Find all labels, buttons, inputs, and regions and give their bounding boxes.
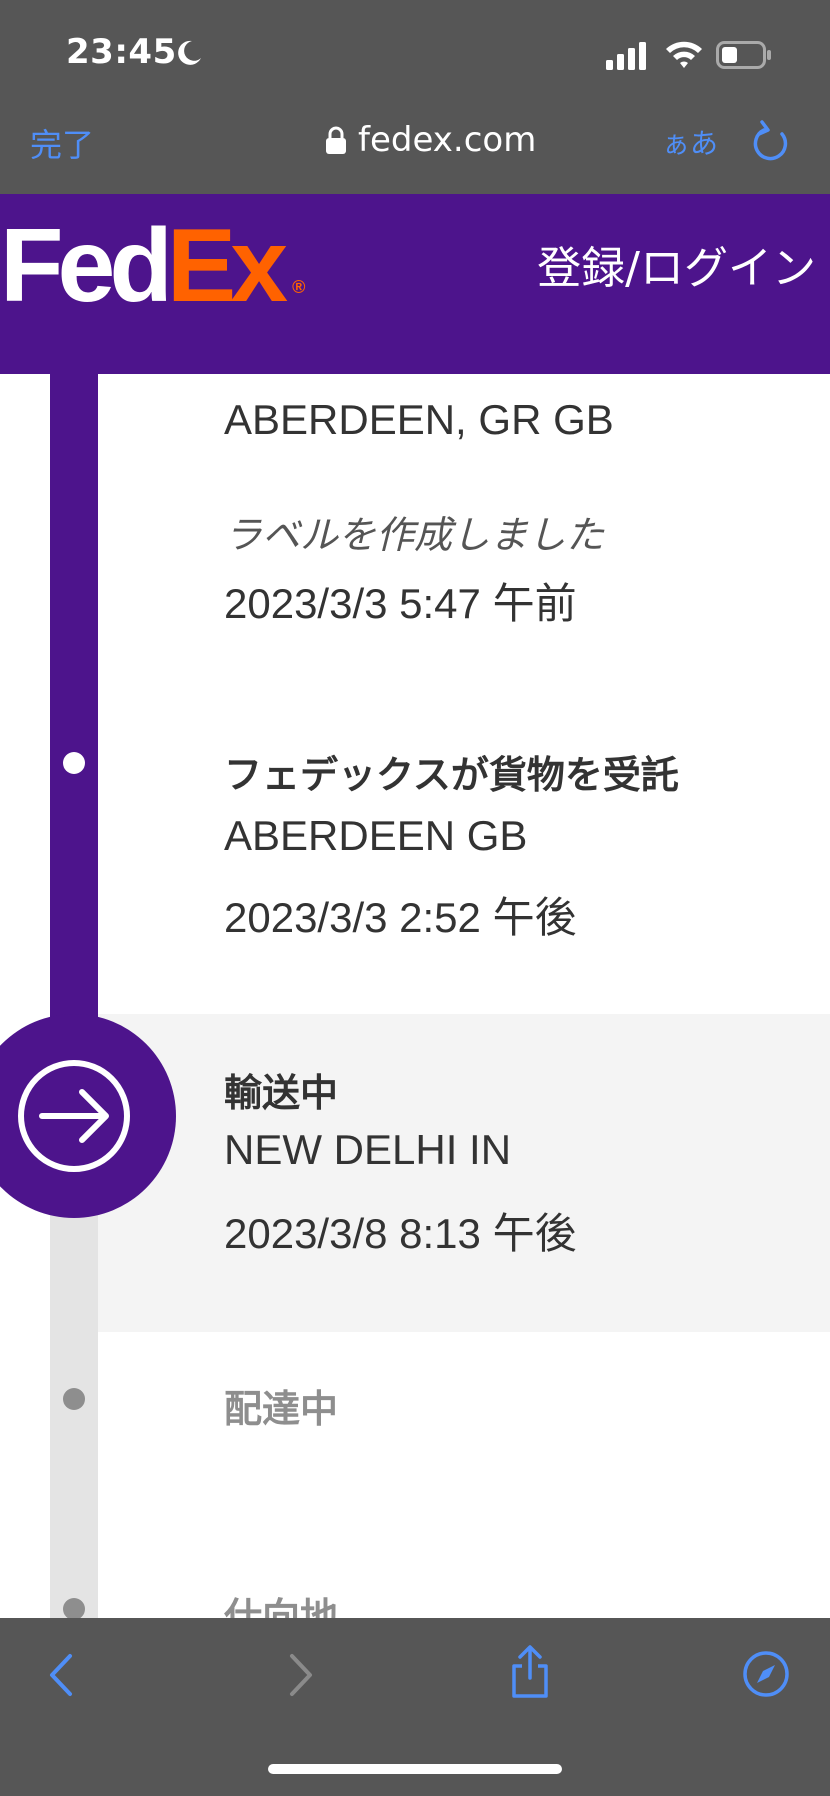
timeline-dot — [63, 752, 85, 774]
timeline-dot — [63, 1598, 85, 1618]
back-icon[interactable] — [46, 1652, 76, 1698]
event-status: 仕向地 — [224, 1595, 339, 1618]
wifi-icon — [666, 41, 702, 68]
done-button[interactable]: 完了 — [30, 120, 94, 166]
status-bar: 23:45 — [0, 0, 830, 100]
reload-icon[interactable] — [752, 120, 792, 164]
event-location: ABERDEEN, GR GB — [224, 396, 614, 443]
browser-toolbar — [0, 1618, 830, 1796]
event-location: ABERDEEN GB — [224, 812, 528, 859]
timeline-track-completed — [50, 374, 98, 1054]
event-datetime: 2023/3/3 5:47 午前 — [224, 580, 577, 627]
forward-icon[interactable] — [286, 1652, 316, 1698]
share-icon[interactable] — [508, 1644, 552, 1700]
event-datetime: 2023/3/3 2:52 午後 — [224, 894, 577, 941]
event-status: ラベルを作成しました — [224, 513, 605, 557]
tracking-timeline: ABERDEEN, GR GB ラベルを作成しました 2023/3/3 5:47… — [0, 374, 830, 1618]
status-time: 23:45 — [66, 32, 177, 72]
lock-icon — [326, 126, 346, 154]
url-field[interactable]: fedex.com — [326, 118, 536, 162]
fedex-logo[interactable]: FedEx ® — [0, 214, 305, 318]
event-status: 輸送中 — [224, 1071, 339, 1115]
moon-icon — [178, 40, 201, 65]
compass-icon[interactable] — [742, 1650, 790, 1698]
event-datetime: 2023/3/8 8:13 午後 — [224, 1210, 577, 1257]
event-status: 配達中 — [224, 1387, 339, 1431]
login-link[interactable]: 登録/ログイン — [537, 232, 816, 296]
arrow-right-icon — [18, 1060, 130, 1172]
site-header: FedEx ® 登録/ログイン — [0, 194, 830, 374]
text-size-button[interactable]: ぁあ — [662, 122, 718, 162]
signal-icon — [606, 42, 646, 70]
url-text: fedex.com — [358, 120, 537, 160]
event-status: フェデックスが貨物を受託 — [224, 753, 679, 797]
home-indicator[interactable] — [268, 1764, 562, 1774]
battery-icon — [716, 41, 771, 69]
browser-address-bar: 完了 fedex.com ぁあ — [0, 100, 830, 194]
screen: 23:45 完了 fedex.com ぁあ FedEx ® 登録/ログイン AB… — [0, 0, 830, 1796]
event-location: NEW DELHI IN — [224, 1126, 512, 1173]
timeline-dot — [63, 1388, 85, 1410]
